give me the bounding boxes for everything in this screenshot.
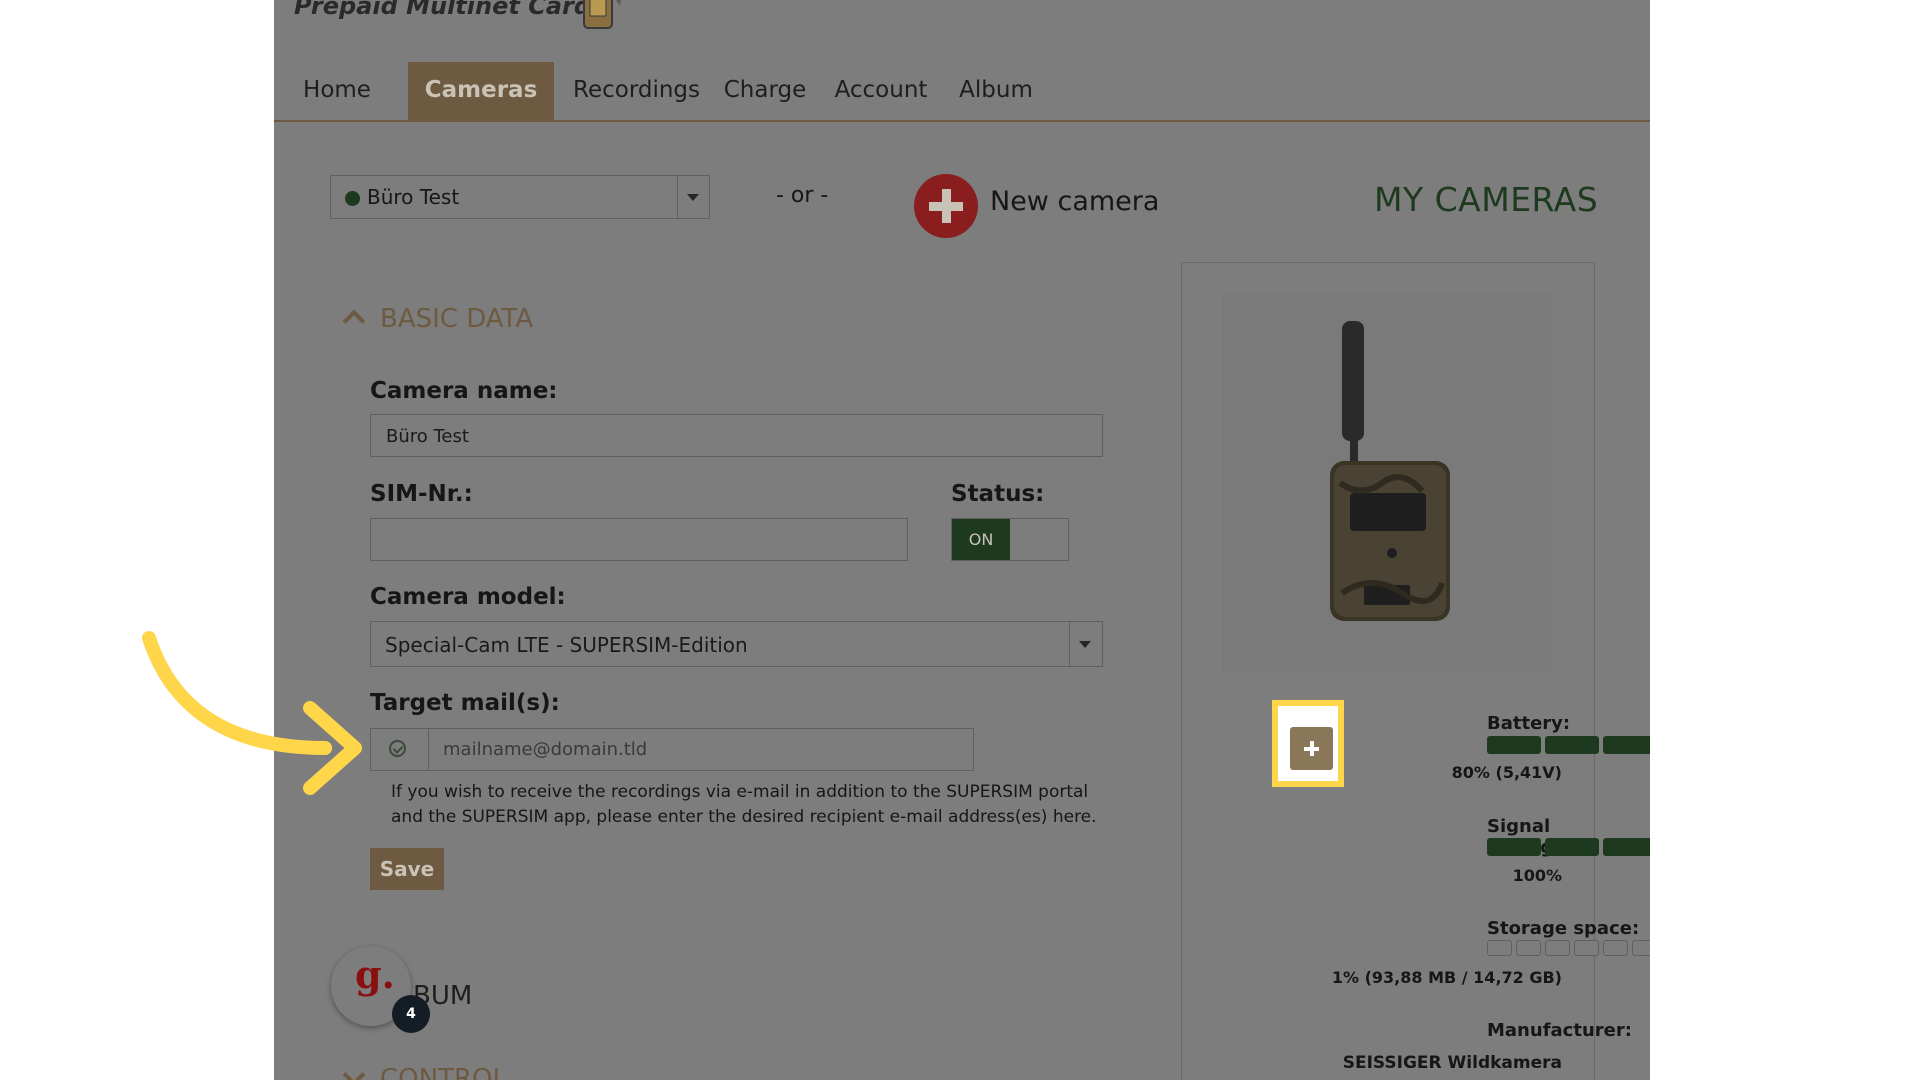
signal-segment: [1603, 838, 1650, 856]
chevron-up-icon: [342, 309, 366, 333]
chevron-down-icon: [687, 194, 699, 201]
camera-select[interactable]: Büro Test: [330, 175, 710, 219]
camera-image-icon: [1330, 321, 1450, 621]
chevron-down-icon: [342, 1063, 366, 1080]
camera-model-value: Special-Cam LTE - SUPERSIM-Edition: [385, 633, 748, 657]
camera-name-label: Camera name:: [370, 378, 558, 404]
nav-cameras[interactable]: Cameras: [408, 62, 554, 120]
target-mail-help: If you wish to receive the recordings vi…: [391, 782, 1097, 827]
camera-image-frame: [1222, 293, 1552, 673]
basic-data-toggle[interactable]: BASIC DATA: [342, 304, 534, 334]
plus-circle-icon[interactable]: [914, 174, 978, 238]
status-toggle-on: ON: [952, 519, 1010, 560]
camera-select-value: Büro Test: [367, 185, 460, 209]
nav-charge[interactable]: Charge: [720, 62, 810, 120]
battery-segment: [1545, 736, 1599, 754]
camera-name-field[interactable]: Büro Test: [370, 414, 1103, 457]
battery-label: Battery:: [1487, 713, 1571, 734]
signal-value: 100%: [1512, 866, 1562, 885]
storage-segment: [1632, 940, 1650, 956]
status-toggle[interactable]: ON: [951, 518, 1069, 561]
camera-model-label: Camera model:: [370, 584, 566, 610]
new-camera-link[interactable]: New camera: [990, 186, 1159, 217]
status-dot-icon: [345, 191, 360, 206]
storage-label: Storage space:: [1487, 918, 1640, 939]
battery-segment: [1603, 736, 1650, 754]
sim-label: SIM-Nr.:: [370, 481, 473, 507]
logo-text: Prepaid Multinet Card: [294, 0, 592, 20]
signal-segment: [1545, 838, 1599, 856]
main-nav: Home Cameras Recordings Charge Account A…: [274, 62, 1650, 122]
camera-name-value: Büro Test: [386, 426, 469, 447]
camera-info-panel: [1181, 262, 1595, 1080]
save-button[interactable]: Save: [370, 848, 444, 890]
chevron-down-icon: [1079, 641, 1091, 648]
logo-graphic-icon: [583, 0, 621, 29]
storage-segment: [1516, 940, 1541, 956]
camera-model-caret[interactable]: [1069, 622, 1102, 666]
status-label: Status:: [951, 481, 1045, 507]
nav-account[interactable]: Account: [831, 62, 931, 120]
arrow-annotation-icon: [142, 631, 362, 795]
battery-value: 80% (5,41V): [1451, 763, 1562, 782]
storage-segment: [1545, 940, 1570, 956]
control-toggle[interactable]: CONTROL: [342, 1063, 507, 1080]
target-mail-input[interactable]: [429, 729, 969, 770]
nav-album[interactable]: Album: [954, 62, 1038, 120]
or-separator: - or -: [776, 183, 829, 208]
page-title: MY CAMERAS: [1374, 180, 1599, 219]
battery-segment: [1487, 736, 1541, 754]
manufacturer-label: Manufacturer:: [1487, 1020, 1632, 1041]
nav-home[interactable]: Home: [294, 62, 380, 120]
camera-select-caret[interactable]: [677, 176, 709, 218]
page-overlay: Prepaid Multinet Card Home Cameras Recor…: [274, 0, 1650, 1080]
nav-recordings[interactable]: Recordings: [573, 62, 700, 120]
chat-widget-logo: g.: [355, 952, 395, 997]
basic-data-heading: BASIC DATA: [380, 304, 534, 334]
storage-segment: [1574, 940, 1599, 956]
target-mail-group: [370, 728, 974, 771]
signal-segment: [1487, 838, 1541, 856]
storage-segment: [1487, 940, 1512, 956]
sim-field[interactable]: [370, 518, 908, 561]
manufacturer-value: SEISSIGER Wildkamera: [1342, 1053, 1562, 1073]
notification-count-badge: 4: [392, 995, 430, 1033]
control-heading: CONTROL: [380, 1064, 507, 1080]
storage-value: 1% (93,88 MB / 14,72 GB): [1331, 968, 1562, 987]
camera-model-select[interactable]: Special-Cam LTE - SUPERSIM-Edition: [370, 621, 1103, 667]
storage-segment: [1603, 940, 1628, 956]
